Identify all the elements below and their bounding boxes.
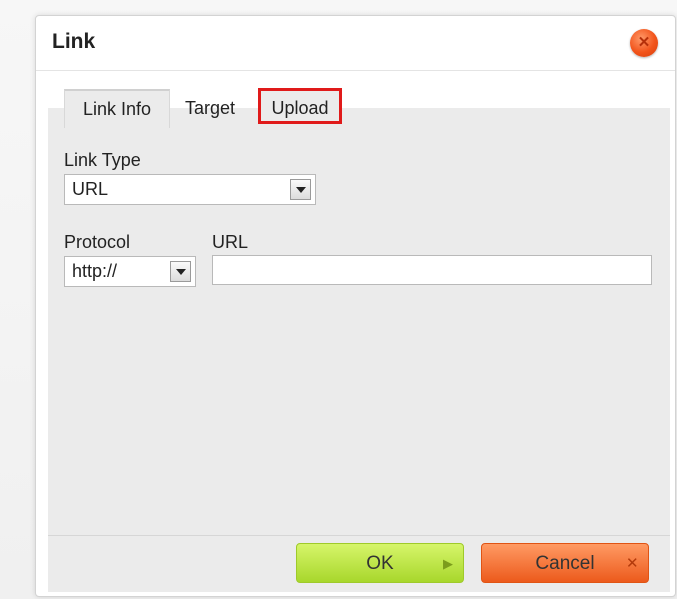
dialog-title: Link <box>52 30 96 53</box>
link-type-select[interactable]: URL <box>64 174 316 205</box>
close-icon: ✕ <box>637 34 651 51</box>
chevron-down-icon <box>290 179 311 200</box>
chevron-down-icon <box>170 261 191 282</box>
close-icon: ✕ <box>626 555 639 572</box>
tab-link-info[interactable]: Link Info <box>64 89 170 128</box>
link-dialog: Link ✕ Link Info Target Upload Link Type… <box>35 15 676 597</box>
page-background: Link ✕ Link Info Target Upload Link Type… <box>0 0 677 599</box>
ok-button[interactable]: OK ▶ <box>296 543 464 583</box>
protocol-value: http:// <box>72 261 118 281</box>
cancel-button-label: Cancel <box>535 553 595 574</box>
arrow-right-icon: ▶ <box>443 556 453 571</box>
dialog-titlebar: Link ✕ <box>36 16 675 71</box>
close-button[interactable]: ✕ <box>630 29 658 57</box>
tab-upload[interactable]: Upload <box>258 88 342 124</box>
link-type-value: URL <box>72 179 109 199</box>
ok-button-label: OK <box>366 553 394 574</box>
protocol-select[interactable]: http:// <box>64 256 196 287</box>
protocol-label: Protocol <box>64 232 131 252</box>
cancel-button[interactable]: Cancel ✕ <box>481 543 649 583</box>
url-input[interactable] <box>212 255 652 285</box>
tab-target[interactable]: Target <box>174 91 246 126</box>
url-label: URL <box>212 232 249 252</box>
tab-content-panel <box>48 108 670 535</box>
link-type-label: Link Type <box>64 150 141 170</box>
